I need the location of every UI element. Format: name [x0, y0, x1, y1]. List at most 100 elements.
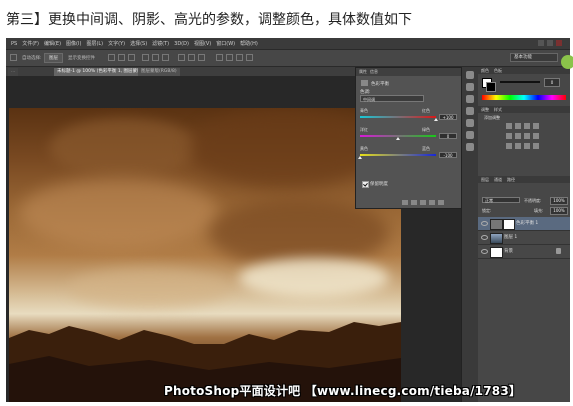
show-transform-label[interactable]: 显示变换控件 [68, 55, 95, 61]
menu-item-window[interactable]: 窗口(W) [216, 40, 235, 47]
slider-thumb-magenta-green[interactable] [396, 137, 400, 140]
menu-item-image[interactable]: 图像(I) [66, 40, 81, 47]
opacity-value[interactable]: 100% [550, 197, 568, 205]
workspace-select[interactable]: 基本功能 [510, 53, 558, 62]
tab-styles[interactable]: 样式 [494, 106, 502, 113]
menu-item-edit[interactable]: 编辑(E) [44, 40, 61, 47]
slider-label-magenta: 洋红 [360, 127, 368, 132]
menu-item-help[interactable]: 帮助(H) [240, 40, 258, 47]
3d-rotate-icon[interactable] [226, 54, 233, 61]
brush-icon[interactable] [466, 119, 474, 127]
eye-icon[interactable] [481, 221, 488, 226]
slider-thumb-yellow-blue[interactable] [358, 156, 362, 159]
slider-thumb-cyan-red[interactable] [434, 118, 438, 121]
align-center-icon[interactable] [152, 54, 159, 61]
delete-icon[interactable] [438, 200, 444, 205]
tab-color[interactable]: 颜色 [481, 67, 489, 74]
clone-source-icon[interactable] [466, 131, 474, 139]
levels-icon[interactable] [515, 123, 521, 129]
tab-swatches[interactable]: 色板 [494, 67, 502, 74]
cloudy-landscape-photo[interactable] [9, 108, 401, 402]
posterize-icon[interactable] [515, 143, 521, 149]
preserve-luminosity-checkbox[interactable] [362, 181, 369, 188]
3d-pan-icon[interactable] [236, 54, 243, 61]
minimize-button[interactable] [538, 40, 544, 46]
tab-properties[interactable]: 属性 [359, 69, 367, 75]
align-top-icon[interactable] [108, 54, 115, 61]
slider-track-yellow-blue[interactable] [360, 154, 436, 156]
tab-previous[interactable]: ... [8, 68, 19, 76]
move-tool-icon[interactable] [10, 54, 17, 61]
layer-name: 色彩平衡 1 [516, 221, 539, 226]
curves-icon[interactable] [524, 123, 530, 129]
distribute-bottom-icon[interactable] [198, 54, 205, 61]
tab-layers[interactable]: 图层 [481, 176, 489, 183]
color-spectrum-bar[interactable] [482, 95, 566, 100]
exposure-icon[interactable] [533, 123, 539, 129]
color-balance-adjust-icon[interactable] [524, 133, 530, 139]
distribute-center-icon[interactable] [188, 54, 195, 61]
green-circle-button[interactable] [561, 55, 573, 69]
layer-row-color-balance[interactable]: 色彩平衡 1 [478, 217, 570, 231]
paragraph-icon[interactable] [466, 107, 474, 115]
align-right-icon[interactable] [162, 54, 169, 61]
slider-label-blue: 蓝色 [422, 146, 430, 151]
clip-to-layer-icon[interactable] [402, 200, 408, 205]
fill-value[interactable]: 100% [550, 207, 568, 215]
align-middle-icon[interactable] [118, 54, 125, 61]
tab-layer-mask[interactable]: 图层蒙版(RGB/8) [138, 68, 180, 76]
slider-value-cyan-red[interactable]: +100 [439, 114, 457, 120]
align-bottom-icon[interactable] [128, 54, 135, 61]
3d-mode-icon[interactable] [216, 54, 223, 61]
properties-title: 色彩平衡 [371, 82, 389, 87]
menu-item-view[interactable]: 视图(V) [194, 40, 211, 47]
close-button[interactable] [556, 40, 562, 46]
blend-mode-select[interactable]: 正常 [482, 197, 520, 203]
tab-document[interactable]: 未标题-1 @ 100% (色彩平衡 1, 图层蒙版/8) [54, 68, 151, 76]
layer-row-background[interactable]: 背景 [478, 245, 570, 259]
vibrance-icon[interactable] [506, 133, 512, 139]
history-icon[interactable] [466, 71, 474, 79]
layer-row-layer1[interactable]: 图层 1 [478, 231, 570, 245]
black-white-icon[interactable] [533, 133, 539, 139]
brightness-icon[interactable] [506, 123, 512, 129]
view-previous-icon[interactable] [411, 200, 417, 205]
3d-slide-icon[interactable] [246, 54, 253, 61]
menu-item-ps[interactable]: PS [11, 41, 17, 47]
slider-value-magenta-green[interactable]: 0 [439, 133, 457, 139]
menu-item-3d[interactable]: 3D(D) [174, 41, 189, 47]
eye-icon[interactable] [481, 235, 488, 240]
background-color-swatch[interactable] [486, 82, 496, 92]
menu-item-layer[interactable]: 图层(L) [86, 40, 103, 47]
menu-item-file[interactable]: 文件(F) [22, 40, 39, 47]
layer-name: 图层 1 [504, 235, 518, 240]
tab-channels[interactable]: 通道 [494, 176, 502, 183]
layer-dropdown[interactable]: 图层 [44, 53, 63, 63]
info-icon[interactable] [466, 83, 474, 91]
properties-icon[interactable] [466, 143, 474, 151]
tab-paths[interactable]: 路径 [507, 176, 515, 183]
tone-select[interactable]: 中间调 [360, 95, 424, 102]
menu-item-type[interactable]: 文字(Y) [108, 40, 125, 47]
distribute-icon[interactable] [178, 54, 185, 61]
tab-info[interactable]: 信息 [370, 69, 378, 75]
reset-icon[interactable] [420, 200, 426, 205]
align-left-icon[interactable] [142, 54, 149, 61]
hue-saturation-icon[interactable] [515, 133, 521, 139]
character-icon[interactable] [466, 95, 474, 103]
menu-item-select[interactable]: 选择(S) [130, 40, 147, 47]
maximize-button[interactable] [547, 40, 553, 46]
menu-item-filter[interactable]: 滤镜(T) [152, 40, 169, 47]
layer-mask-thumb[interactable] [503, 219, 515, 230]
slider-track-cyan-red[interactable] [360, 116, 436, 118]
invert-icon[interactable] [506, 143, 512, 149]
visibility-icon[interactable] [429, 200, 435, 205]
eye-icon[interactable] [481, 249, 488, 254]
color-slider-track[interactable] [500, 81, 540, 83]
slider-value-yellow-blue[interactable]: -100 [439, 152, 457, 158]
gradient-map-icon[interactable] [533, 143, 539, 149]
color-value[interactable]: 0 [544, 78, 560, 87]
color-panel-header: 颜色 色板 [478, 67, 570, 74]
tab-adjustments[interactable]: 调整 [481, 106, 489, 113]
threshold-icon[interactable] [524, 143, 530, 149]
